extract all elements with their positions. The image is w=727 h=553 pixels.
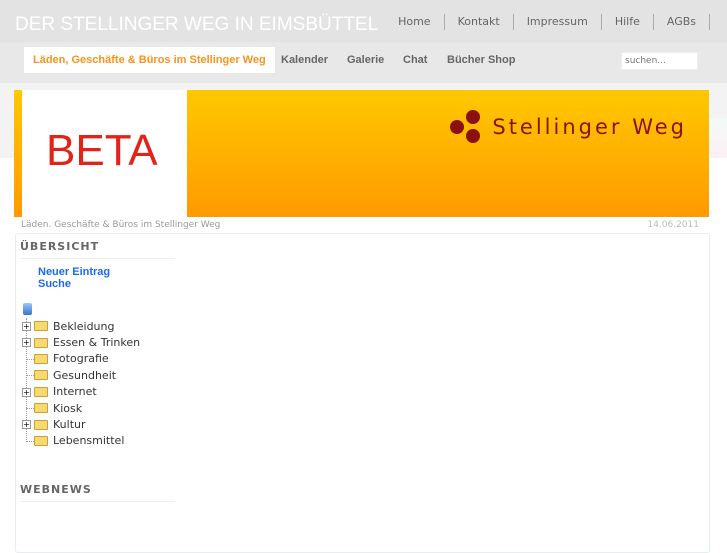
- logo-dots-icon: [450, 110, 484, 144]
- computer-root-icon[interactable]: [23, 303, 32, 315]
- link-kontakt[interactable]: Kontakt: [445, 14, 514, 30]
- date: 14.06.2011: [647, 220, 699, 230]
- tree-label: Gesundheit: [53, 368, 117, 382]
- breadcrumb: Läden. Geschäfte & Büros im Stellinger W…: [21, 220, 221, 230]
- link-impressum[interactable]: Impressum: [514, 14, 602, 30]
- folder-icon: [34, 370, 48, 381]
- tree-label: Kiosk: [53, 401, 83, 415]
- folder-icon: [34, 403, 48, 414]
- new-entry-link[interactable]: Neuer Eintrag: [38, 266, 110, 278]
- nav-buecher-shop[interactable]: Bücher Shop: [447, 47, 515, 73]
- tree-item-essen-trinken[interactable]: + Essen & Trinken: [22, 334, 140, 350]
- expand-icon[interactable]: +: [22, 387, 31, 397]
- expand-icon[interactable]: +: [22, 420, 31, 430]
- banner: BETA Stellinger Weg: [14, 90, 709, 217]
- decor-strip: [709, 118, 727, 158]
- logo-text: Stellinger Weg: [492, 115, 687, 139]
- tree-item-gesundheit[interactable]: Gesundheit: [22, 367, 140, 383]
- tree-item-kiosk[interactable]: Kiosk: [22, 400, 140, 416]
- beta-label: BETA: [46, 126, 158, 175]
- overview-heading: ÜBERSICHT: [20, 240, 175, 259]
- link-agbs[interactable]: AGBs: [654, 14, 710, 30]
- main-nav: Läden, Geschäfte & Büros im Stellinger W…: [0, 42, 727, 83]
- tree-item-bekleidung[interactable]: + Bekleidung: [22, 318, 140, 334]
- search-input[interactable]: [621, 52, 698, 70]
- beta-box: BETA: [22, 90, 187, 217]
- site-title: DER STELLINGER WEG IN EIMSBÜTTEL: [15, 14, 379, 35]
- link-hilfe[interactable]: Hilfe: [602, 14, 654, 30]
- tree-item-lebensmittel[interactable]: Lebensmittel: [22, 433, 140, 449]
- webnews-heading: WEBNEWS: [20, 483, 175, 502]
- nav-kalender[interactable]: Kalender: [281, 47, 328, 73]
- expand-icon[interactable]: +: [22, 338, 31, 348]
- expand-icon[interactable]: +: [22, 322, 31, 331]
- nav-chat[interactable]: Chat: [403, 47, 427, 73]
- tree-label: Bekleidung: [53, 319, 115, 333]
- nav-galerie[interactable]: Galerie: [347, 47, 384, 73]
- folder-icon: [34, 321, 48, 332]
- folder-icon: [34, 386, 48, 397]
- tree-item-internet[interactable]: + Internet: [22, 384, 140, 400]
- tree-label: Lebensmittel: [53, 434, 125, 448]
- tree-item-kultur[interactable]: + Kultur: [22, 416, 140, 432]
- top-links: Home Kontakt Impressum Hilfe AGBs: [385, 14, 710, 30]
- folder-icon: [34, 337, 48, 348]
- search-link[interactable]: Suche: [38, 278, 71, 290]
- tree-label: Fotografie: [53, 352, 109, 366]
- tree-item-fotografie[interactable]: Fotografie: [22, 351, 140, 367]
- tree-label: Kultur: [53, 418, 86, 432]
- logo: Stellinger Weg: [450, 110, 687, 144]
- category-tree: + Bekleidung + Essen & Trinken Fotografie …: [22, 318, 140, 449]
- nav-laeden[interactable]: Läden, Geschäfte & Büros im Stellinger W…: [24, 47, 275, 73]
- link-home[interactable]: Home: [385, 14, 445, 30]
- folder-icon: [34, 419, 48, 430]
- folder-icon: [34, 353, 48, 364]
- tree-label: Internet: [53, 385, 97, 399]
- folder-icon: [34, 435, 48, 446]
- tree-label: Essen & Trinken: [53, 336, 141, 350]
